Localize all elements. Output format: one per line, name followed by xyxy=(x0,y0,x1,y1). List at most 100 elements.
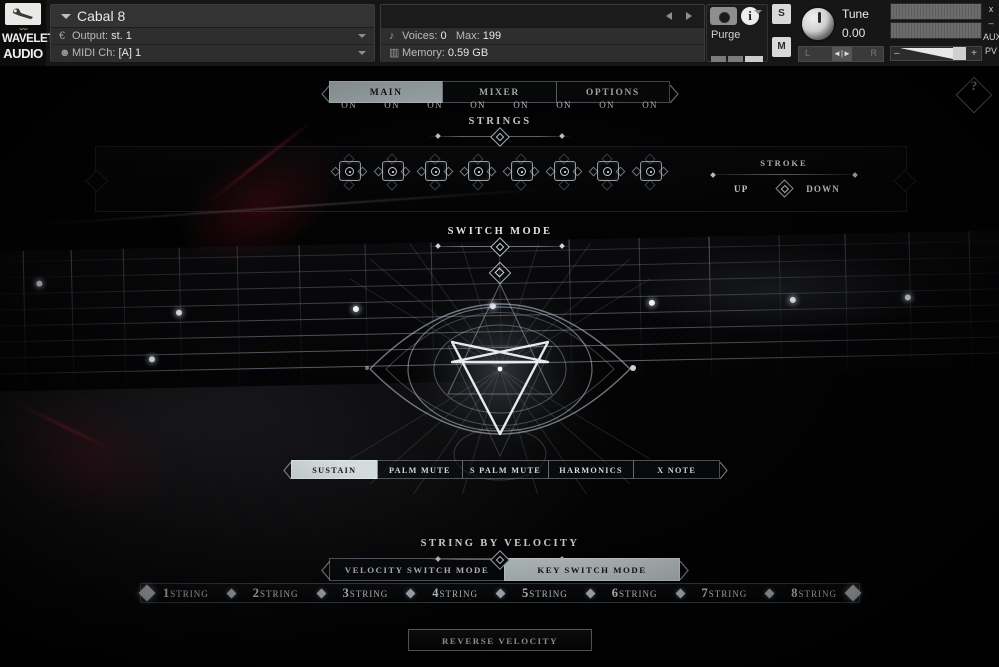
stroke-title: STROKE xyxy=(700,158,868,168)
articulation-buttons: SUSTAIN PALM MUTE S PALM MUTE HARMONICS X NO… xyxy=(292,460,720,479)
mute-button[interactable]: M xyxy=(772,37,791,57)
tab-mixer[interactable]: MIXER xyxy=(442,81,556,103)
voices-value: 0 xyxy=(441,30,447,42)
instrument-ui: MAIN MIXER OPTIONS ? STRINGS ON ON ON ON ON ON O… xyxy=(0,66,999,667)
string-toggle-3[interactable] xyxy=(420,159,450,185)
tab-left-cap-icon xyxy=(321,85,329,101)
string-toggle-8[interactable] xyxy=(635,159,665,185)
velocity-string-word: STRING xyxy=(619,589,658,599)
output-icon: € xyxy=(59,28,72,45)
tab-right-cap-icon xyxy=(670,85,678,101)
fret xyxy=(299,245,303,385)
velocity-string-4[interactable]: 4STRING xyxy=(410,586,500,601)
pan-slider[interactable]: L ◄|► R xyxy=(798,46,884,62)
memory-value: 0.59 GB xyxy=(448,47,488,59)
velocity-string-2[interactable]: 2STRING xyxy=(231,586,321,601)
articulation-label: SUSTAIN xyxy=(312,466,356,475)
velocity-string-word: STRING xyxy=(260,589,299,599)
articulation-harmonics[interactable]: HARMONICS xyxy=(548,460,635,479)
articulation-label: X NOTE xyxy=(657,466,696,475)
pentagram-sigil-icon xyxy=(340,244,660,494)
tab-label: MAIN xyxy=(370,88,403,98)
max-label: Max: xyxy=(456,30,480,42)
output-chevron-down-icon[interactable] xyxy=(358,34,366,38)
articulation-palm-mute[interactable]: PALM MUTE xyxy=(377,460,464,479)
string-toggle-state-6: ON xyxy=(549,100,579,110)
string-toggle-6[interactable] xyxy=(549,159,579,185)
volume-wedge xyxy=(901,48,959,60)
minimize-icon[interactable]: – xyxy=(983,18,999,28)
string-toggle-1[interactable] xyxy=(334,159,364,185)
wrench-icon[interactable] xyxy=(5,3,41,25)
midi-chevron-down-icon[interactable] xyxy=(358,51,366,55)
brand-logo-column: 〰︎ WAVELET AUDIO xyxy=(0,0,46,66)
velocity-string-word: STRING xyxy=(170,589,209,599)
next-preset-icon[interactable] xyxy=(686,12,692,20)
memory-label: Memory: xyxy=(402,47,445,59)
string-toggle-state-4: ON xyxy=(463,100,493,110)
tab-label: OPTIONS xyxy=(586,88,640,98)
volume-handle[interactable] xyxy=(953,47,966,60)
string-toggle-2[interactable] xyxy=(377,159,407,185)
voices-label: Voices: xyxy=(402,30,437,42)
midi-icon: ☻ xyxy=(59,45,72,62)
articulation-s-palm-mute[interactable]: S PALM MUTE xyxy=(462,460,549,479)
midi-row[interactable]: ☻MIDI Ch: [A] 1 xyxy=(51,45,374,62)
question-mark-icon: ? xyxy=(957,78,991,112)
articulation-label: PALM MUTE xyxy=(389,466,451,475)
velocity-string-word: STRING xyxy=(529,589,568,599)
articulation-x-note[interactable]: X NOTE xyxy=(633,460,720,479)
solo-button[interactable]: S xyxy=(772,4,791,24)
meter-right xyxy=(890,22,982,39)
camera-icon[interactable] xyxy=(710,7,737,25)
volume-plus-label[interactable]: + xyxy=(971,48,977,60)
stroke-down-label[interactable]: DOWN xyxy=(806,184,840,194)
purge-label[interactable]: Purge xyxy=(711,29,740,41)
instrument-name[interactable]: Cabal 8 xyxy=(51,5,374,28)
aux-label[interactable]: AUX xyxy=(983,32,999,42)
max-value: 199 xyxy=(483,30,501,42)
reverse-velocity-button[interactable]: REVERSE VELOCITY xyxy=(408,629,592,651)
instrument-expand-icon[interactable] xyxy=(61,14,71,19)
stroke-selector-icon[interactable] xyxy=(778,182,791,195)
velocity-string-word: STRING xyxy=(439,589,478,599)
string-toggle-state-1: ON xyxy=(334,100,364,110)
string-toggle-7[interactable] xyxy=(592,159,622,185)
string-toggle-4[interactable] xyxy=(463,159,493,185)
string-by-velocity-title: STRING BY VELOCITY xyxy=(370,538,630,549)
articulation-label: HARMONICS xyxy=(559,466,623,475)
volume-minus-label[interactable]: – xyxy=(894,48,900,60)
tab-label: MIXER xyxy=(479,88,520,98)
stroke-up-label[interactable]: UP xyxy=(734,184,748,194)
velocity-string-7[interactable]: 7STRING xyxy=(680,586,770,601)
memory-row: ▥ Memory: 0.59 GB xyxy=(381,45,704,62)
instrument-header: Cabal 8 € Output: st. 1 ☻MIDI Ch: [A] 1 xyxy=(50,4,375,62)
tune-value[interactable]: 0.00 xyxy=(842,26,865,40)
velocity-string-5[interactable]: 5STRING xyxy=(500,586,590,601)
help-button[interactable]: ? xyxy=(957,78,991,112)
volume-slider[interactable]: – + xyxy=(890,46,982,61)
voices-row: ♪ Voices: 0 Max: 199 xyxy=(381,28,704,45)
tune-knob[interactable] xyxy=(800,6,836,42)
articulation-sustain[interactable]: SUSTAIN xyxy=(291,460,378,479)
velocity-string-6[interactable]: 6STRING xyxy=(590,586,680,601)
velocity-string-3[interactable]: 3STRING xyxy=(321,586,411,601)
strings-title: STRINGS xyxy=(370,116,630,127)
output-row[interactable]: € Output: st. 1 xyxy=(51,28,374,45)
string-toggle-state-5: ON xyxy=(506,100,536,110)
pan-center-handle[interactable]: ◄|► xyxy=(832,47,852,61)
string-toggle-5[interactable] xyxy=(506,159,536,185)
pan-right-label: R xyxy=(871,48,878,58)
preset-nav xyxy=(381,5,704,28)
midi-value: [A] 1 xyxy=(118,47,141,59)
purge-chevron-down-icon[interactable] xyxy=(754,10,762,14)
meter-left xyxy=(890,3,982,20)
articulation-right-cap-icon xyxy=(720,462,728,478)
output-label: Output: xyxy=(72,30,108,42)
velocity-string-number: 2 xyxy=(253,586,260,600)
prev-preset-icon[interactable] xyxy=(666,12,672,20)
close-icon[interactable]: x xyxy=(983,4,999,14)
pv-label[interactable]: PV xyxy=(983,46,999,56)
switch-mode-right-cap-icon xyxy=(680,561,688,577)
string-toggle-state-3: ON xyxy=(420,100,450,110)
